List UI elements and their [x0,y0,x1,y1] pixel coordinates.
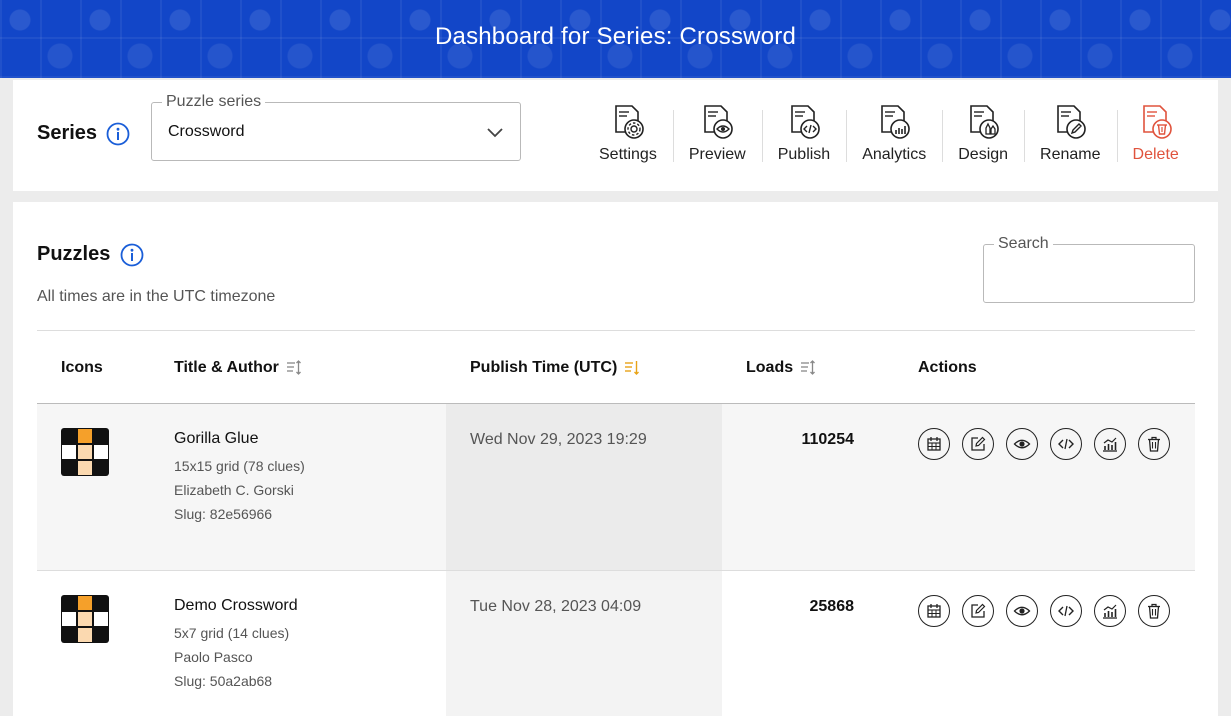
publish-label: Publish [777,146,831,163]
search-legend: Search [994,235,1053,253]
column-publish-time-label: Publish Time (UTC) [470,359,618,376]
eye-icon [1013,606,1031,616]
embed-code-button[interactable] [1050,428,1082,460]
row-actions [918,428,1182,460]
analytics-button[interactable] [1094,428,1126,460]
preview-button[interactable] [1006,428,1038,460]
column-title-author-label: Title & Author [174,359,279,376]
settings-label: Settings [599,146,657,163]
table-row[interactable]: Wed Nov 29, 2023 19:29 Gorilla Glue 15x1… [37,404,1195,571]
analytics-button[interactable] [1094,595,1126,627]
doc-brush-icon [970,105,999,139]
puzzle-slug: Slug: 82e56966 [174,506,273,522]
column-publish-time[interactable]: Publish Time (UTC) [470,359,640,377]
delete-button[interactable]: Delete [1116,102,1195,166]
chart-icon [1103,437,1117,452]
code-icon [1058,438,1074,450]
delete-label: Delete [1132,146,1179,163]
publish-time: Wed Nov 29, 2023 19:29 [470,431,647,448]
schedule-button[interactable] [918,428,950,460]
column-actions-label: Actions [918,359,977,376]
puzzle-author: Paolo Pasco [174,649,253,665]
code-icon [1058,605,1074,617]
series-toolbar: Settings Preview Publish Analytics Desig… [583,102,1195,166]
edit-icon [971,436,986,451]
doc-code-icon [791,105,820,139]
timezone-note: All times are in the UTC timezone [37,288,276,305]
puzzle-grid-info: 15x15 grid (78 clues) [174,458,305,474]
loads-value: 25868 [809,598,855,615]
puzzle-title[interactable]: Gorilla Glue [174,430,305,448]
info-icon[interactable] [120,243,144,267]
header-banner: Dashboard for Series: Crossword [0,0,1231,78]
trash-icon [1148,436,1160,452]
table-row[interactable]: Tue Nov 28, 2023 04:09 Demo Crossword 5x… [37,571,1195,716]
rename-button[interactable]: Rename [1024,102,1116,166]
doc-gear-icon [615,105,644,139]
info-icon[interactable] [106,122,130,146]
analytics-button[interactable]: Analytics [846,102,942,166]
puzzles-table: Icons Title & Author Publish Time (UTC) [37,330,1195,716]
trash-icon [1148,603,1160,619]
crossword-thumbnail-icon [61,595,109,643]
puzzle-series-select[interactable]: Puzzle series Crossword [151,93,521,161]
column-icons-label: Icons [61,359,103,376]
doc-eye-icon [704,105,734,139]
column-icons: Icons [61,359,103,377]
chevron-down-icon [487,128,503,138]
series-label: Series [37,122,98,144]
search-input[interactable] [992,263,1186,293]
delete-button[interactable] [1138,428,1170,460]
embed-code-button[interactable] [1050,595,1082,627]
select-legend: Puzzle series [162,93,266,111]
publish-time-cell: Tue Nov 28, 2023 04:09 [446,571,722,716]
puzzles-title: Puzzles [37,243,111,265]
search-field: Search [983,235,1195,303]
eye-icon [1013,439,1031,449]
title-author-cell: Gorilla Glue 15x15 grid (78 clues) Eliza… [174,430,305,526]
delete-button[interactable] [1138,595,1170,627]
chart-icon [1103,604,1117,619]
edit-button[interactable] [962,428,994,460]
title-author-cell: Demo Crossword 5x7 grid (14 clues) Paolo… [174,597,298,693]
sort-icon[interactable] [800,360,816,376]
rename-label: Rename [1040,146,1101,163]
schedule-button[interactable] [918,595,950,627]
design-button[interactable]: Design [942,102,1024,166]
sort-descending-icon[interactable] [624,360,640,376]
preview-button[interactable] [1006,595,1038,627]
column-title-author[interactable]: Title & Author [174,359,302,377]
select-value: Crossword [168,123,245,140]
table-header: Icons Title & Author Publish Time (UTC) [37,330,1195,404]
loads-value: 110254 [801,431,854,448]
puzzles-card: Puzzles All times are in the UTC timezon… [13,202,1218,716]
design-label: Design [958,146,1009,163]
crossword-thumbnail-icon [61,428,109,476]
column-loads[interactable]: Loads [746,359,816,377]
puzzle-slug: Slug: 50a2ab68 [174,673,273,689]
puzzle-grid-info: 5x7 grid (14 clues) [174,625,290,641]
doc-pencil-icon [1057,105,1087,139]
edit-button[interactable] [962,595,994,627]
publish-button[interactable]: Publish [761,102,846,166]
publish-time: Tue Nov 28, 2023 04:09 [470,598,642,615]
settings-button[interactable]: Settings [583,102,673,166]
doc-trash-icon [1142,105,1172,139]
calendar-icon [927,604,941,618]
row-actions [918,595,1182,627]
preview-label: Preview [688,146,746,163]
doc-chart-icon [881,105,911,139]
publish-time-cell: Wed Nov 29, 2023 19:29 [446,404,722,570]
calendar-icon [927,437,941,451]
page-title: Dashboard for Series: Crossword [434,23,796,50]
puzzle-title[interactable]: Demo Crossword [174,597,298,615]
series-card: Series Puzzle series Crossword Settings [13,80,1218,191]
puzzle-author: Elizabeth C. Gorski [174,482,294,498]
column-loads-label: Loads [746,359,794,376]
sort-icon[interactable] [286,360,302,376]
edit-icon [971,603,986,618]
analytics-label: Analytics [862,146,927,163]
preview-button[interactable]: Preview [672,102,762,166]
column-actions: Actions [918,359,977,377]
